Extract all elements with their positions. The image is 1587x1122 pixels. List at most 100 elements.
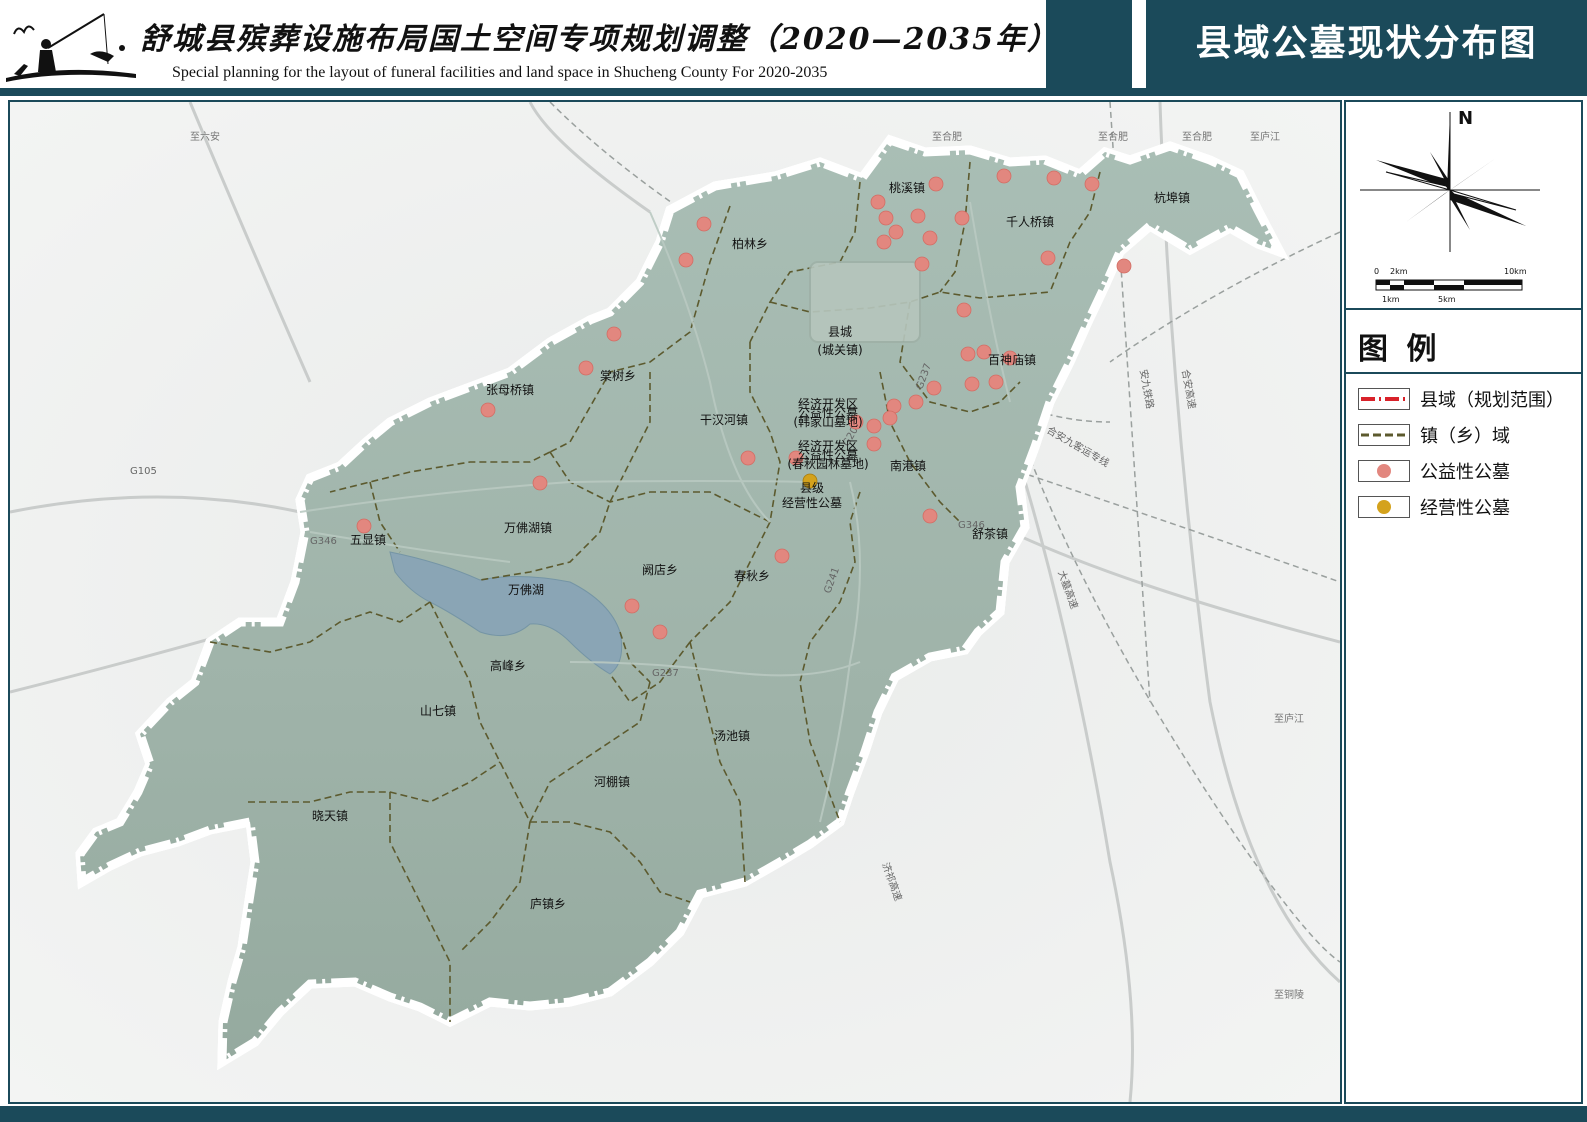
public-cemetery-marker[interactable] bbox=[1046, 170, 1062, 186]
scale-label-10km: 10km bbox=[1504, 267, 1527, 276]
public-cemetery-marker[interactable] bbox=[480, 402, 496, 418]
plan-title-en: Special planning for the layout of funer… bbox=[172, 64, 828, 81]
town-label: 春秋乡 bbox=[734, 569, 770, 583]
public-cemetery-marker[interactable] bbox=[652, 624, 668, 640]
public-cemetery-marker[interactable] bbox=[928, 176, 944, 192]
town-label: 干汉河镇 bbox=[700, 413, 748, 427]
town-label: 张母桥镇 bbox=[486, 383, 534, 397]
plan-title-cn: 舒城县殡葬设施布局国土空间专项规划调整（2020—2035年） bbox=[140, 22, 1059, 57]
town-label: 河棚镇 bbox=[594, 774, 630, 789]
legend-label-town: 镇（乡）域 bbox=[1420, 426, 1510, 447]
legend-title: 图 例 bbox=[1358, 332, 1441, 367]
public-cemetery-marker[interactable] bbox=[960, 346, 976, 362]
public-cemetery-marker[interactable] bbox=[696, 216, 712, 232]
public-cemetery-marker[interactable] bbox=[956, 302, 972, 318]
legend-item-public: 公益性公墓 bbox=[1358, 458, 1510, 484]
public-cemetery-marker[interactable] bbox=[678, 252, 694, 268]
town-label: 山七镇 bbox=[420, 704, 456, 718]
public-cemetery-marker[interactable] bbox=[914, 256, 930, 272]
public-cemetery-marker[interactable] bbox=[922, 508, 938, 524]
direction-label: 至合肥 bbox=[1182, 130, 1212, 143]
legend-label-county: 县域（规划范围） bbox=[1420, 390, 1564, 411]
direction-label: 至合肥 bbox=[1098, 130, 1128, 143]
public-cemetery-marker[interactable] bbox=[356, 518, 372, 534]
town-label: 桃溪镇 bbox=[889, 180, 925, 195]
public-cemetery-marker[interactable] bbox=[606, 326, 622, 342]
scale-label-5km: 5km bbox=[1438, 295, 1456, 304]
legend-public-cemetery-icon bbox=[1358, 460, 1410, 482]
public-cemetery-marker[interactable] bbox=[888, 224, 904, 240]
public-cemetery-marker[interactable] bbox=[624, 598, 640, 614]
public-cemetery-marker[interactable] bbox=[532, 475, 548, 491]
public-cemetery-marker[interactable] bbox=[988, 374, 1004, 390]
town-label: (城关镇) bbox=[817, 343, 862, 357]
town-label: 晓天镇 bbox=[312, 809, 348, 823]
public-cemetery-marker[interactable] bbox=[578, 360, 594, 376]
header-bar: 舒城县殡葬设施布局国土空间专项规划调整（2020—2035年） Special … bbox=[0, 0, 1587, 88]
town-label: 万佛湖 bbox=[508, 582, 544, 597]
town-label: 千人桥镇 bbox=[1006, 215, 1054, 229]
compass-north-label: N bbox=[1458, 108, 1473, 129]
public-cemetery-marker[interactable] bbox=[1040, 250, 1056, 266]
public-cemetery-marker[interactable] bbox=[740, 450, 756, 466]
town-label: 汤池镇 bbox=[714, 729, 750, 743]
facility-label-line: (韩家山墓地) bbox=[793, 414, 862, 429]
public-cemetery-marker[interactable] bbox=[954, 210, 970, 226]
road-label: G346 bbox=[310, 536, 337, 547]
header-accent-block bbox=[1046, 0, 1132, 88]
footer-bar bbox=[0, 1106, 1587, 1122]
public-cemetery-marker[interactable] bbox=[922, 230, 938, 246]
legend-label-public: 公益性公墓 bbox=[1420, 462, 1510, 483]
header-divider bbox=[0, 88, 1587, 96]
public-cemetery-marker[interactable] bbox=[876, 234, 892, 250]
public-cemetery-marker[interactable] bbox=[774, 548, 790, 564]
county-map[interactable]: G105G346G346G206G237G241G237 安九铁路 合安高速合安九客… bbox=[10, 102, 1340, 1102]
town-label: 百神庙镇 bbox=[988, 353, 1036, 367]
town-label: 棠树乡 bbox=[600, 368, 636, 383]
legend-item-commercial: 经营性公墓 bbox=[1358, 494, 1510, 520]
legend-item-county: 县域（规划范围） bbox=[1358, 386, 1564, 412]
town-label: 高峰乡 bbox=[490, 658, 526, 673]
public-cemetery-marker[interactable] bbox=[910, 208, 926, 224]
scale-label-2km: 2km bbox=[1390, 267, 1408, 276]
town-label: 五显镇 bbox=[350, 533, 386, 547]
public-cemetery-marker[interactable] bbox=[926, 380, 942, 396]
legend-county-boundary-icon bbox=[1358, 388, 1410, 410]
scale-bar: 0 2km 10km 1km 5km bbox=[1374, 267, 1527, 304]
town-label: 阙店乡 bbox=[642, 563, 678, 577]
map-title: 县域公墓现状分布图 bbox=[1195, 23, 1538, 64]
direction-label: 至庐江 bbox=[1274, 712, 1304, 725]
road-label: G237 bbox=[652, 668, 679, 679]
town-label: 杭埠镇 bbox=[1154, 190, 1190, 205]
public-cemetery-marker[interactable] bbox=[1084, 176, 1100, 192]
public-cemetery-marker[interactable] bbox=[866, 436, 882, 452]
legend-label-commercial: 经营性公墓 bbox=[1420, 498, 1510, 519]
town-label: 庐镇乡 bbox=[530, 896, 566, 911]
public-cemetery-marker[interactable] bbox=[870, 194, 886, 210]
direction-label: 至铜陵 bbox=[1274, 989, 1304, 1001]
public-cemetery-marker[interactable] bbox=[964, 376, 980, 392]
facility-label-line: (春秋园林墓地) bbox=[787, 457, 868, 471]
public-cemetery-marker[interactable] bbox=[866, 418, 882, 434]
public-cemetery-marker[interactable] bbox=[882, 410, 898, 426]
town-label: 万佛湖镇 bbox=[504, 520, 552, 535]
facility-label-line: 县级 bbox=[800, 481, 824, 495]
legend-panel: N 0 2km 10km 1km 5km 图 例 县域（规划范围） 镇（乡）域 bbox=[1344, 100, 1583, 1104]
public-cemetery-marker[interactable] bbox=[996, 168, 1012, 184]
public-cemetery-marker[interactable] bbox=[1116, 258, 1132, 274]
public-cemetery-marker[interactable] bbox=[908, 394, 924, 410]
map-panel[interactable]: G105 G346 G346 G206 G237 G241 G237 安九铁路 合安高速 合安九客… bbox=[8, 100, 1342, 1104]
public-cemetery-marker[interactable] bbox=[878, 210, 894, 226]
direction-label: 至合肥 bbox=[932, 130, 962, 143]
direction-label: 至六安 bbox=[190, 130, 220, 143]
scale-label-0: 0 bbox=[1374, 267, 1379, 276]
town-label: 县城 bbox=[828, 325, 852, 339]
legend-town-boundary-icon bbox=[1358, 424, 1410, 446]
direction-label: 至庐江 bbox=[1250, 130, 1280, 143]
scale-label-1km: 1km bbox=[1382, 295, 1400, 304]
town-label: 南港镇 bbox=[890, 458, 926, 473]
facility-label-line: 经营性公墓 bbox=[782, 496, 842, 510]
town-label: 柏林乡 bbox=[732, 236, 768, 251]
legend-commercial-cemetery-icon bbox=[1358, 496, 1410, 518]
road-label: G105 bbox=[130, 466, 157, 477]
